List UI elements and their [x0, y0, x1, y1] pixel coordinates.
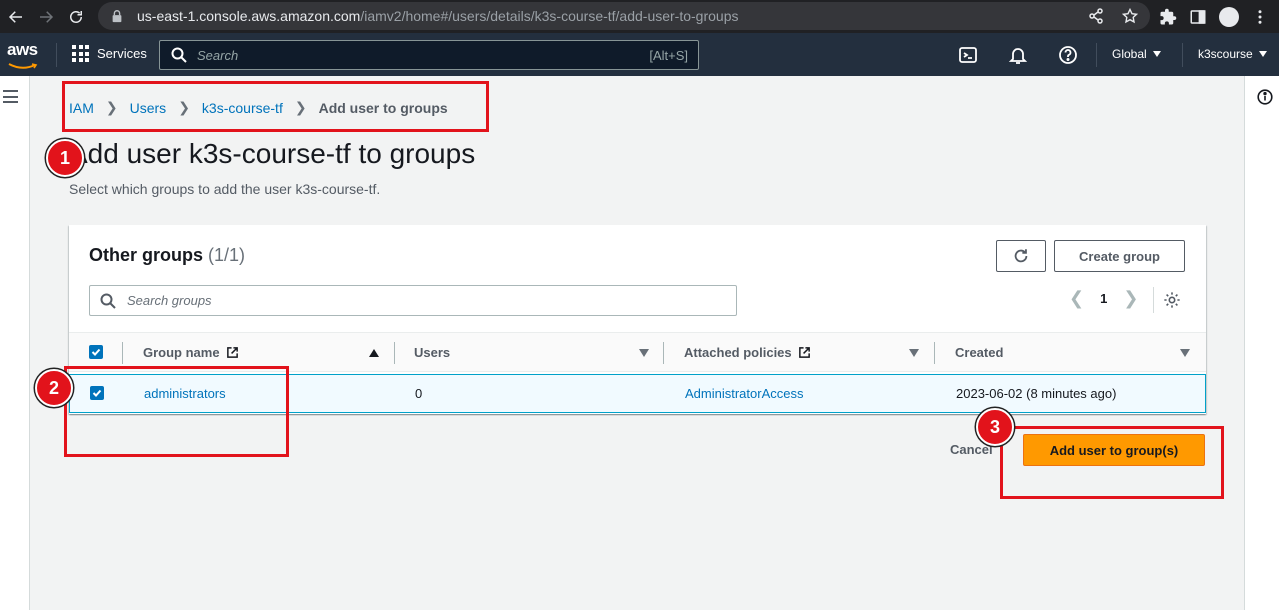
column-header-group-name[interactable]: Group name	[143, 345, 239, 360]
sort-ascending-icon[interactable]	[369, 349, 379, 357]
annotation-highlight-box	[1000, 426, 1224, 499]
gear-icon[interactable]	[1163, 291, 1181, 309]
console-search[interactable]: Search [Alt+S]	[159, 40, 699, 70]
column-header-users[interactable]: Users	[414, 345, 450, 360]
aws-top-nav: aws Services Search [Alt+S] Global k3sco…	[0, 33, 1279, 76]
nav-divider	[1182, 43, 1183, 67]
refresh-button[interactable]	[996, 240, 1046, 272]
column-divider	[394, 342, 395, 364]
search-groups-placeholder: Search groups	[127, 293, 212, 308]
column-divider	[122, 342, 123, 364]
column-header-created[interactable]: Created	[955, 345, 1003, 360]
annotation-marker-2: 2	[35, 369, 73, 407]
browser-toolbar: us-east-1.console.aws.amazon.com/iamv2/h…	[0, 0, 1279, 33]
profile-avatar[interactable]	[1219, 6, 1239, 27]
back-icon[interactable]	[2, 3, 30, 31]
annotation-marker-1: 1	[46, 139, 84, 177]
refresh-icon	[1014, 249, 1028, 263]
column-label: Users	[414, 345, 451, 360]
panel-title-text: Other groups	[89, 245, 204, 265]
create-group-button[interactable]: Create group	[1054, 240, 1185, 272]
services-label: Services	[97, 46, 147, 61]
account-menu[interactable]: k3scourse	[1198, 47, 1267, 61]
region-selector[interactable]: Global	[1112, 47, 1161, 61]
search-icon	[100, 293, 116, 309]
chevron-right-icon[interactable]: ❯	[1123, 289, 1138, 307]
divider	[1153, 287, 1154, 313]
forward-icon[interactable]	[32, 3, 60, 31]
column-label: Group name	[143, 345, 220, 360]
help-icon[interactable]	[1058, 45, 1078, 65]
external-link-icon	[226, 347, 238, 358]
column-label: Created	[955, 345, 1004, 360]
sort-icon[interactable]	[909, 349, 919, 357]
share-icon[interactable]	[1088, 8, 1104, 24]
checkmark-icon	[91, 348, 101, 356]
page-description: Select which groups to add the user k3s-…	[69, 181, 381, 197]
aws-smile-icon	[8, 63, 38, 69]
caret-down-icon	[1152, 51, 1161, 57]
reload-icon[interactable]	[62, 3, 90, 31]
annotation-highlight-box	[62, 81, 489, 132]
panel-title: Other groups (1/1)	[89, 245, 245, 266]
panel-count: (1/1)	[208, 245, 246, 265]
account-label: k3scourse	[1198, 47, 1253, 61]
column-header-attached-policies[interactable]: Attached policies	[684, 345, 811, 360]
annotation-marker-3: 3	[976, 408, 1014, 446]
created-date: 2023-06-02 (8 minutes ago)	[956, 386, 1117, 401]
aws-logo[interactable]: aws	[7, 40, 41, 69]
aws-logo-text: aws	[7, 40, 38, 59]
column-divider	[934, 342, 935, 364]
tools-rail	[1244, 76, 1279, 610]
search-shortcut: [Alt+S]	[649, 47, 688, 63]
grid-icon	[72, 45, 89, 62]
search-icon	[171, 47, 187, 63]
chevron-left-icon[interactable]: ❮	[1069, 289, 1084, 307]
search-groups-input[interactable]: Search groups	[89, 285, 737, 316]
policy-link[interactable]: AdministratorAccess	[685, 386, 803, 401]
extensions-icon[interactable]	[1159, 8, 1177, 26]
users-count: 0	[415, 386, 423, 401]
caret-down-icon	[1258, 51, 1267, 57]
sort-icon[interactable]	[1180, 349, 1190, 357]
side-navigation-rail	[0, 76, 30, 610]
browser-menu-icon[interactable]	[1251, 8, 1269, 26]
hamburger-menu-icon[interactable]	[3, 90, 18, 107]
url-text: us-east-1.console.aws.amazon.com/iamv2/h…	[137, 8, 739, 24]
annotation-highlight-box	[64, 366, 289, 457]
region-label: Global	[1112, 47, 1147, 61]
select-all-checkbox[interactable]	[89, 345, 103, 359]
pagination: ❮ 1 ❯	[1069, 289, 1138, 307]
services-menu[interactable]: Services	[72, 45, 147, 62]
cloudshell-icon[interactable]	[958, 45, 978, 65]
column-divider	[663, 342, 664, 364]
sidepanel-icon[interactable]	[1189, 8, 1207, 26]
external-link-icon	[798, 347, 810, 358]
page-number[interactable]: 1	[1100, 291, 1107, 306]
column-label: Attached policies	[684, 345, 792, 360]
search-placeholder: Search	[197, 47, 239, 63]
page-title: Add user k3s-course-tf to groups	[69, 138, 476, 169]
notifications-bell-icon[interactable]	[1008, 45, 1028, 65]
address-bar[interactable]: us-east-1.console.aws.amazon.com/iamv2/h…	[98, 2, 1150, 30]
lock-icon	[112, 10, 122, 23]
nav-divider	[56, 43, 57, 67]
bookmark-star-icon[interactable]	[1122, 8, 1138, 24]
nav-divider	[1096, 43, 1097, 67]
info-icon[interactable]	[1257, 89, 1273, 105]
sort-icon[interactable]	[639, 349, 649, 357]
